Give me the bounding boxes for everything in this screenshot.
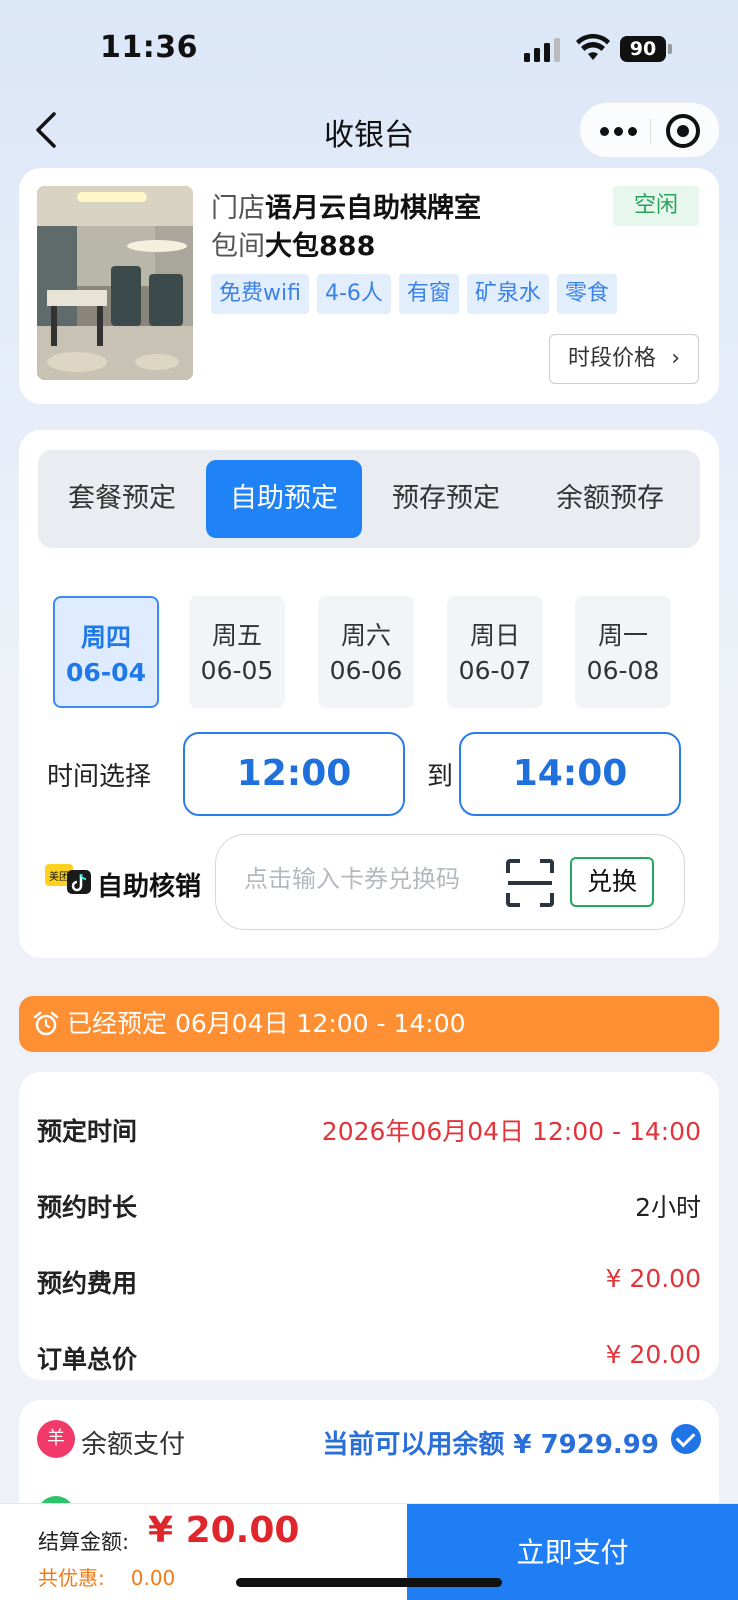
room-amenity-tags: 免费wifi 4-6人 有窗 矿泉水 零食 [211,274,617,314]
summary-value: 2026年06月04日 12:00 - 14:00 [321,1117,701,1146]
day-weekday: 周五 [211,621,262,650]
amenity-tag: 有窗 [398,274,459,314]
balance-coin-icon: 羊 [37,1420,75,1458]
room-name: 大包888 [265,231,376,262]
day-date: 06-04 [66,658,146,687]
store-name: 语月云自助棋牌室 [265,193,481,224]
summary-value: ¥ 20.00 [605,1264,701,1293]
coupon-code-input[interactable] [244,865,494,893]
status-time: 11:36 [100,30,198,65]
booking-type-tabs: 套餐预定 自助预定 预存预定 余额预存 [38,450,700,548]
summary-label: 预约时长 [37,1193,138,1222]
booked-notice-text: 已经预定 06月04日 12:00 - 14:00 [67,1009,466,1038]
booking-card: 套餐预定 自助预定 预存预定 余额预存 周四 06-04 周五 06-05 周六… [19,430,719,958]
mini-program-capsule [579,102,720,158]
store-prefix: 门店 [211,193,265,224]
day-option[interactable]: 周六 06-06 [318,596,414,708]
day-weekday: 周六 [340,621,391,650]
meituan-logo-text: 美团 [49,870,69,883]
available-balance-text: 当前可以用余额 ¥ 7929.99 [322,1430,659,1460]
discount-info: 共优惠: 0.00 [38,1562,175,1591]
order-summary-card: 预定时间 2026年06月04日 12:00 - 14:00 预约时长 2小时 … [19,1072,719,1380]
day-date: 06-06 [329,656,403,685]
room-photo [37,186,193,380]
booked-notice-banner: 已经预定 06月04日 12:00 - 14:00 [19,996,719,1052]
wifi-icon [576,34,610,60]
meituan-douyin-logo-icon: 美团 [45,864,91,894]
room-status-badge: 空闲 [613,186,699,226]
tab-self-booking[interactable]: 自助预定 [206,460,362,538]
amenity-tag: 4-6人 [316,274,391,314]
time-slot-price-button[interactable]: 时段价格 › [549,334,699,384]
tab-package-booking[interactable]: 套餐预定 [46,460,198,538]
day-option[interactable]: 周五 06-05 [189,596,285,708]
store-name-line: 门店语月云自助棋牌室 [211,186,481,225]
room-prefix: 包间 [211,231,265,262]
coupon-redeem-box: 兑换 [215,834,685,930]
alarm-clock-icon [33,1011,59,1036]
day-date: 06-05 [200,656,274,685]
day-date: 06-08 [586,656,660,685]
self-verify-label: 自助核销 [97,872,202,902]
home-indicator [236,1578,502,1587]
day-date: 06-07 [458,656,532,685]
amenity-tag: 免费wifi [211,274,309,314]
tab-balance-prepaid[interactable]: 余额预存 [530,460,690,538]
summary-row: 预定时间 2026年06月04日 12:00 - 14:00 [37,1112,701,1152]
cellular-signal-icon [524,38,562,62]
scan-code-icon[interactable] [506,859,554,907]
summary-row: 订单总价 ¥ 20.00 [37,1340,701,1380]
day-weekday: 周一 [597,621,648,650]
summary-value: ¥ 20.00 [605,1340,701,1369]
room-info-card: 门店语月云自助棋牌室 包间大包888 空闲 免费wifi 4-6人 有窗 矿泉水… [19,168,719,404]
start-time-picker[interactable]: 12:00 [183,732,405,816]
room-name-line: 包间大包888 [211,224,375,263]
summary-value: 2小时 [635,1193,701,1222]
status-bar: 11:36 90 [0,0,738,100]
summary-label: 订单总价 [37,1345,138,1374]
redeem-button[interactable]: 兑换 [570,857,654,907]
time-select-label: 时间选择 [47,762,152,792]
summary-row: 预约时长 2小时 [37,1188,701,1228]
day-weekday: 周四 [80,623,131,652]
discount-value: 0.00 [130,1566,176,1590]
balance-pay-radio-checked-icon[interactable] [671,1424,701,1454]
amenity-tag: 零食 [556,274,617,314]
discount-label: 共优惠: [38,1566,105,1590]
amenity-tag: 矿泉水 [466,274,549,314]
end-time-picker[interactable]: 14:00 [459,732,681,816]
close-mini-program-icon[interactable] [666,114,700,148]
battery-icon: 90 [620,36,672,62]
summary-row: 预约费用 ¥ 20.00 [37,1264,701,1304]
day-weekday: 周日 [469,621,520,650]
total-label: 结算金额: [38,1530,130,1554]
chevron-right-icon: › [671,346,680,371]
battery-level: 90 [620,36,666,62]
summary-label: 预定时间 [37,1117,138,1146]
day-option[interactable]: 周四 06-04 [53,596,159,708]
day-option[interactable]: 周日 06-07 [447,596,543,708]
balance-pay-label: 余额支付 [81,1430,186,1460]
more-options-icon[interactable] [594,113,644,149]
summary-label: 预约费用 [37,1269,138,1298]
total-amount: ¥ 20.00 [148,1510,300,1551]
day-option[interactable]: 周一 06-08 [575,596,671,708]
time-range-separator: 到 [427,762,454,792]
tab-prepaid-booking[interactable]: 预存预定 [370,460,522,538]
time-slot-price-label: 时段价格 [568,346,657,371]
